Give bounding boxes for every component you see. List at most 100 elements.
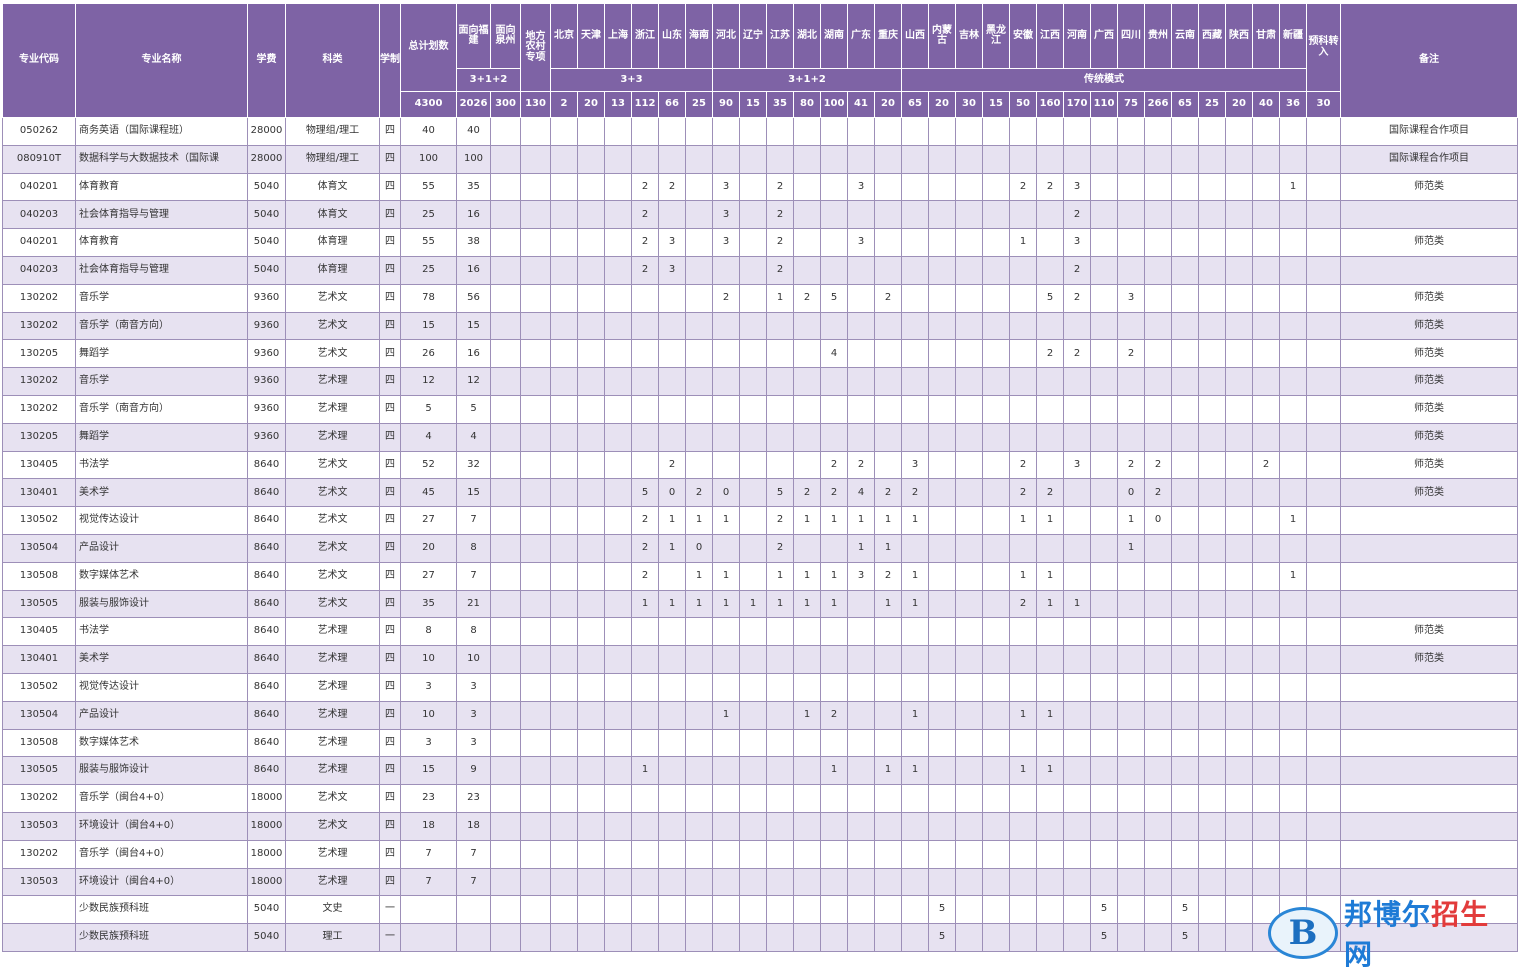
header-province: 江苏 [766, 3, 794, 69]
cell-province [901, 394, 929, 424]
watermark-logo-icon: B [1268, 907, 1339, 959]
cell-province [604, 589, 632, 619]
cell-province [1198, 228, 1226, 257]
group-3-1-2-a: 3+1+2 [456, 68, 521, 92]
cell-province [1252, 394, 1280, 424]
cell-code: 130502 [2, 506, 76, 535]
cell-province [766, 339, 794, 369]
cell-province [658, 756, 686, 786]
cell-duration: 四 [379, 311, 401, 341]
cell-province [793, 117, 821, 146]
cell-province [604, 728, 632, 758]
cell-remark [1340, 255, 1518, 285]
cell-province: 1 [1279, 561, 1307, 591]
cell-province [685, 311, 713, 341]
cell-fee: 8640 [247, 450, 286, 480]
header-province: 黑龙江 [982, 3, 1010, 69]
cell-province [955, 728, 983, 758]
cell-province: 1 [1036, 700, 1064, 730]
cell-province: 2 [658, 450, 686, 480]
cell-remark [1340, 533, 1518, 563]
cell-province [1198, 617, 1226, 647]
cell-fujian: 7 [456, 867, 491, 897]
cell-province [1009, 617, 1037, 647]
cell-province [658, 895, 686, 925]
total-quanzhou: 300 [490, 91, 521, 118]
cell-province [1198, 450, 1226, 480]
cell-province [550, 533, 578, 563]
header-total: 总计划数 [400, 3, 457, 92]
cell-province: 1 [658, 589, 686, 619]
cell-province [712, 339, 740, 369]
cell-remark: 师范类 [1340, 311, 1518, 341]
cell-province [847, 839, 875, 869]
cell-province: 2 [712, 283, 740, 313]
cell-province [1252, 228, 1280, 257]
cell-province: 1 [1009, 506, 1037, 535]
cell-province [820, 617, 848, 647]
cell-fee: 18000 [247, 811, 286, 841]
cell-province [685, 200, 713, 230]
cell-province [1225, 895, 1253, 925]
cell-province [982, 394, 1010, 424]
cell-province [928, 617, 956, 647]
cell-province [793, 672, 821, 702]
cell-province [739, 839, 767, 869]
header-province: 浙江 [631, 3, 659, 69]
cell-category: 艺术文 [285, 589, 380, 619]
cell-province [1252, 172, 1280, 202]
cell-province [820, 923, 848, 952]
header-province: 陕西 [1225, 3, 1253, 69]
cell-total: 26 [400, 339, 457, 369]
cell-province [685, 394, 713, 424]
cell-province [1225, 561, 1253, 591]
total-province: 25 [685, 91, 713, 118]
cell-province [1009, 533, 1037, 563]
cell-name: 音乐学（南音方向） [75, 394, 248, 424]
cell-province [766, 867, 794, 897]
cell-province [1171, 172, 1199, 202]
cell-province [604, 255, 632, 285]
cell-province: 3 [712, 172, 740, 202]
watermark: B 邦博尔招生网 [1268, 898, 1508, 971]
cell-remark [1340, 561, 1518, 591]
cell-rural [520, 784, 551, 813]
cell-province [766, 784, 794, 813]
cell-province [1225, 839, 1253, 869]
cell-province [1198, 172, 1226, 202]
cell-province [982, 422, 1010, 452]
cell-province [550, 617, 578, 647]
cell-name: 商务英语（国际课程班） [75, 117, 248, 146]
cell-province [1279, 589, 1307, 619]
cell-province: 2 [685, 478, 713, 508]
cell-province [955, 589, 983, 619]
cell-province [739, 617, 767, 647]
header-province: 四川 [1117, 3, 1145, 69]
cell-duration: 四 [379, 228, 401, 257]
cell-province [739, 255, 767, 285]
cell-province [955, 144, 983, 174]
cell-province: 5 [1090, 923, 1118, 952]
cell-province [982, 923, 1010, 952]
cell-province [1117, 895, 1145, 925]
cell-fujian: 15 [456, 478, 491, 508]
cell-duration: 四 [379, 283, 401, 313]
cell-province [1090, 394, 1118, 424]
cell-province [658, 144, 686, 174]
cell-prep [1306, 422, 1341, 452]
cell-province [982, 533, 1010, 563]
cell-province [577, 450, 605, 480]
cell-province [1279, 645, 1307, 674]
cell-province: 1 [820, 506, 848, 535]
cell-category: 文史 [285, 895, 380, 925]
cell-province [955, 923, 983, 952]
cell-province [685, 117, 713, 146]
cell-province [766, 700, 794, 730]
cell-province [928, 561, 956, 591]
cell-province [1063, 144, 1091, 174]
cell-category: 体育文 [285, 200, 380, 230]
cell-province [712, 450, 740, 480]
cell-province [1090, 367, 1118, 396]
cell-total: 4 [400, 422, 457, 452]
cell-province [847, 617, 875, 647]
